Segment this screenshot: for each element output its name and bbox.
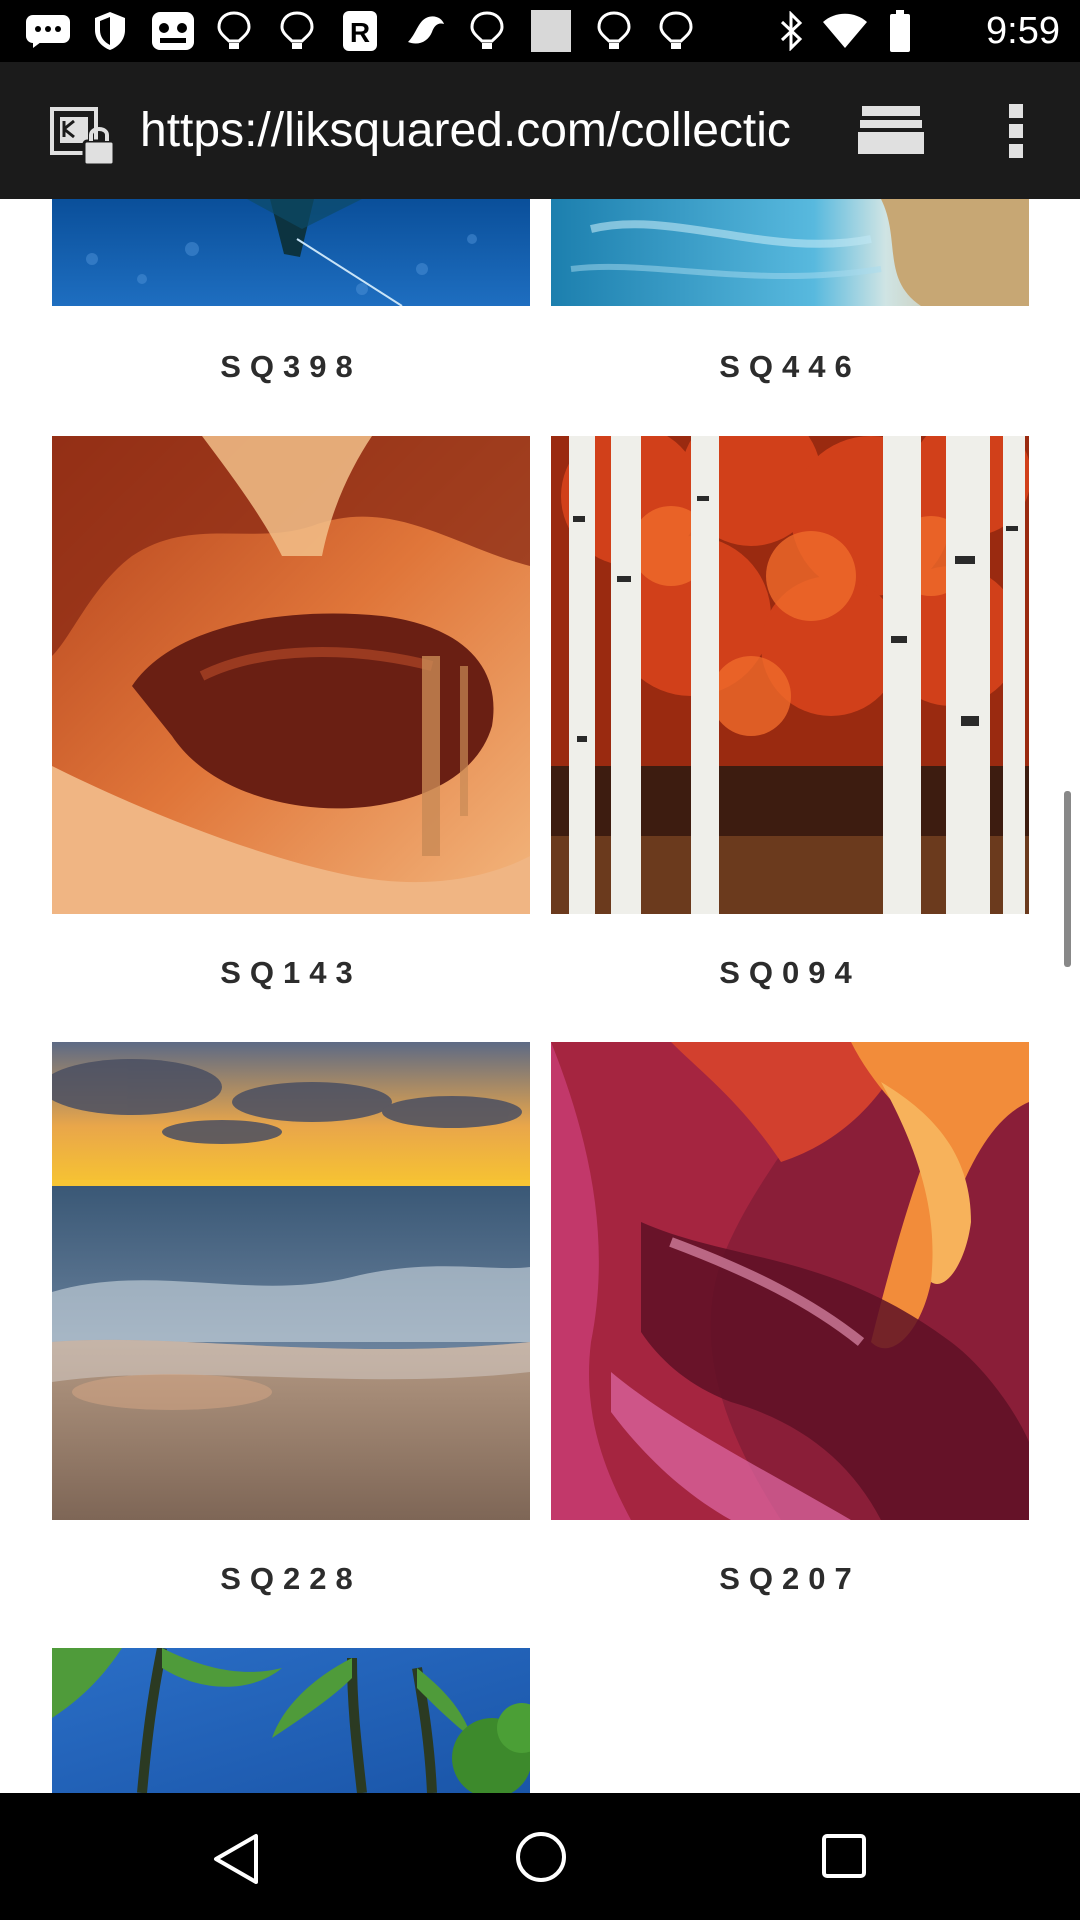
- bulb-icon: [594, 8, 634, 54]
- messages-icon: [24, 8, 72, 54]
- shield-icon: [90, 8, 130, 54]
- product-code[interactable]: SQ094: [551, 955, 1029, 991]
- recents-icon[interactable]: [821, 1833, 867, 1884]
- game-icon: [150, 8, 196, 54]
- product-code[interactable]: SQ228: [52, 1561, 530, 1597]
- tabs-stack-icon[interactable]: [858, 104, 924, 156]
- r-app-icon: R: [340, 8, 380, 54]
- home-icon[interactable]: [514, 1830, 568, 1889]
- svg-text:R: R: [350, 17, 370, 48]
- battery-icon: [886, 8, 914, 54]
- product-image-sq143[interactable]: [52, 436, 530, 914]
- clock: 9:59: [986, 10, 1060, 52]
- wifi-icon: [820, 8, 870, 54]
- product-image-sq207[interactable]: [551, 1042, 1029, 1520]
- product-code[interactable]: SQ143: [52, 955, 530, 991]
- site-info-icon[interactable]: [50, 107, 120, 167]
- bulb-icon: [214, 8, 254, 54]
- product-code[interactable]: SQ446: [551, 349, 1029, 385]
- product-image-sq094[interactable]: [551, 436, 1029, 914]
- url-field[interactable]: https://liksquared.com/collectic: [140, 102, 805, 160]
- product-image-palm-trees[interactable]: [52, 1648, 530, 1793]
- bluetooth-icon: [775, 8, 807, 54]
- back-icon[interactable]: [212, 1833, 260, 1890]
- bulb-icon: [656, 8, 696, 54]
- gallery-icon: [528, 8, 574, 54]
- browser-toolbar: https://liksquared.com/collectic: [0, 62, 1080, 199]
- navigation-bar: [0, 1793, 1080, 1920]
- product-image-sq228[interactable]: [52, 1042, 530, 1520]
- product-code[interactable]: SQ207: [551, 1561, 1029, 1597]
- status-bar: R 9:59: [0, 0, 1080, 62]
- product-code[interactable]: SQ398: [52, 349, 530, 385]
- product-image-sq446[interactable]: [551, 199, 1029, 306]
- overflow-menu-icon[interactable]: [1003, 102, 1031, 160]
- collection-grid: SQ398 SQ446 SQ143 SQ094 SQ228 SQ207: [0, 199, 1080, 1793]
- bird-icon: [402, 8, 448, 54]
- bulb-icon: [277, 8, 317, 54]
- bulb-icon: [467, 8, 507, 54]
- product-image-sq398[interactable]: [52, 199, 530, 306]
- scrollbar-thumb[interactable]: [1064, 791, 1071, 967]
